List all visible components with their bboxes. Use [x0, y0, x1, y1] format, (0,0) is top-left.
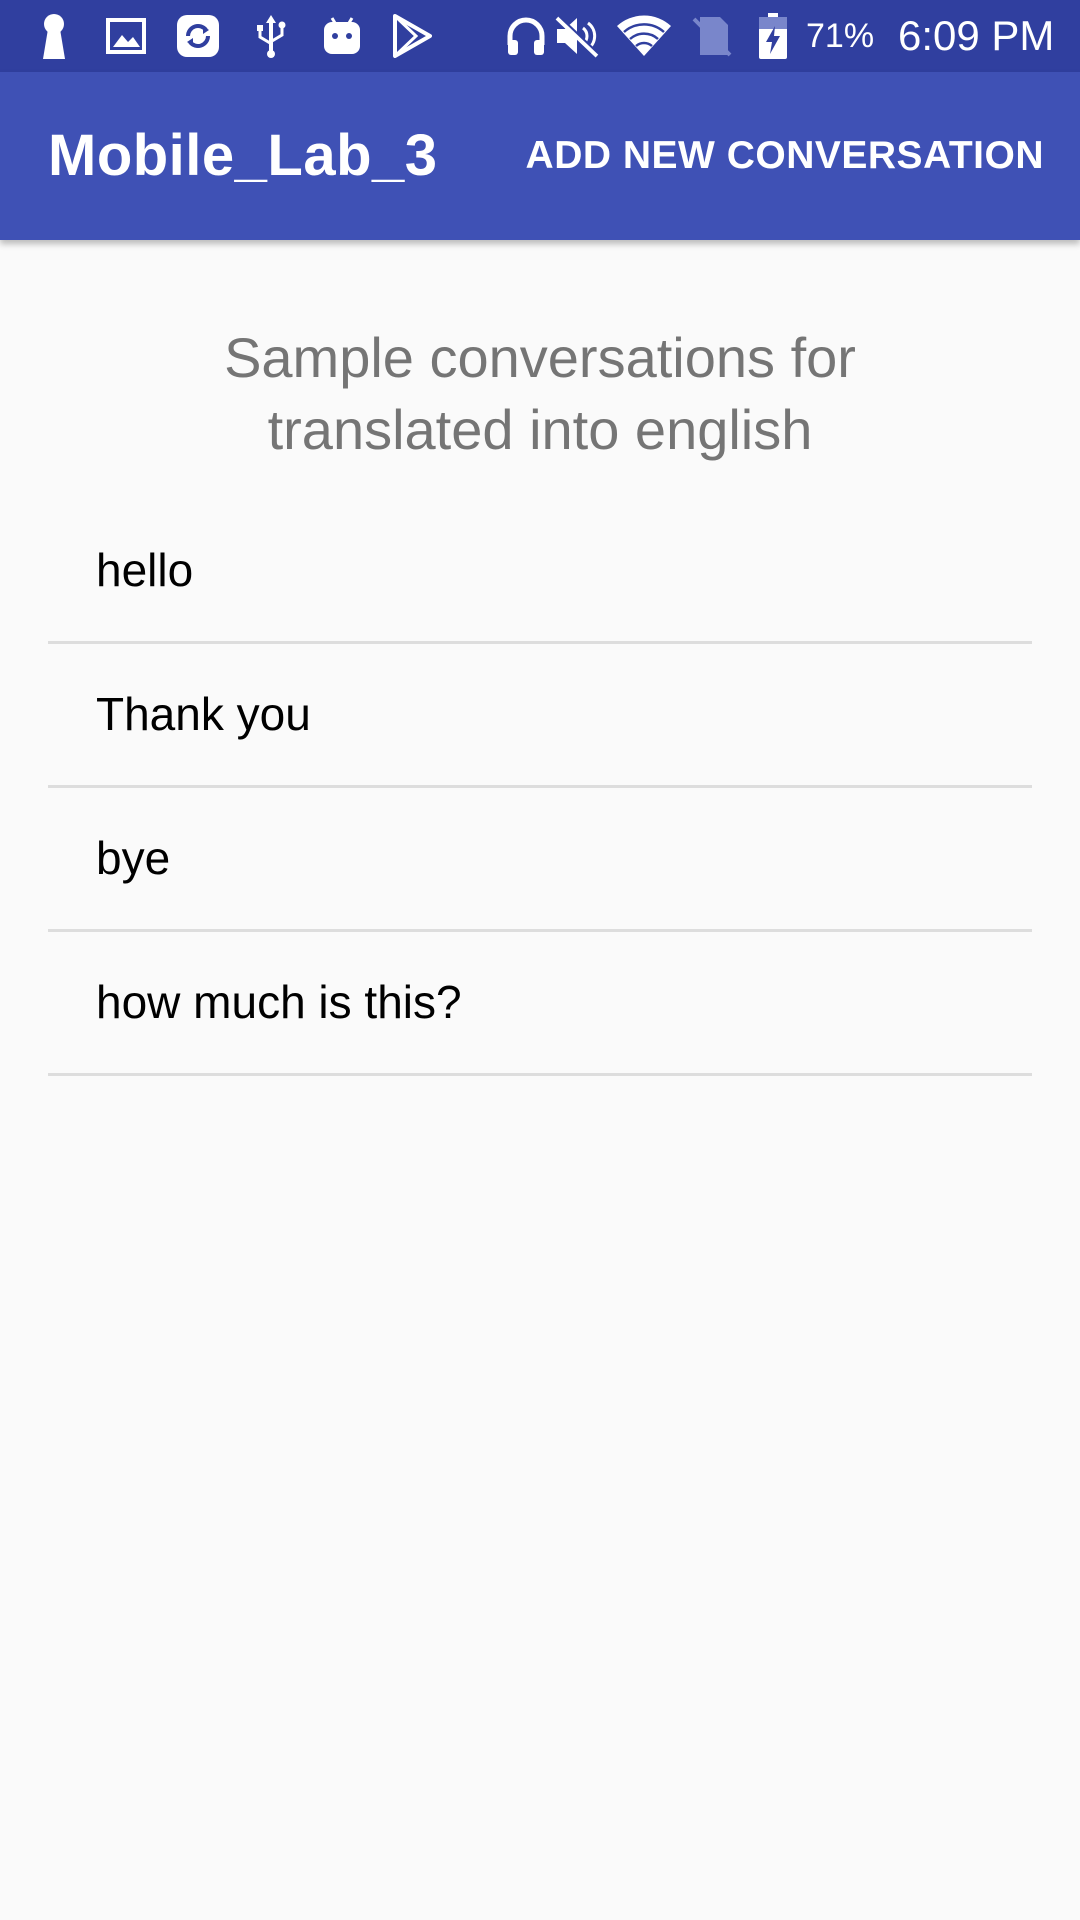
screen: 71% 6:09 PM Mobile_Lab_3 ADD NEW CONVERS…	[0, 0, 1080, 1920]
clock: 6:09 PM	[898, 12, 1055, 59]
add-new-conversation-button[interactable]: ADD NEW CONVERSATION	[526, 72, 1044, 240]
heading-line-2: translated into english	[267, 398, 813, 461]
list-item-label: bye	[96, 832, 171, 884]
android-icon	[320, 12, 364, 60]
keyhole-icon	[36, 12, 72, 60]
status-bar: 71% 6:09 PM	[0, 0, 1080, 72]
conversation-list: hello Thank you bye how much is this?	[48, 500, 1032, 1076]
list-item-label: how much is this?	[96, 976, 462, 1028]
list-item[interactable]: Thank you	[48, 644, 1032, 788]
image-icon	[104, 12, 148, 60]
no-sim-icon	[690, 12, 734, 60]
mute-icon	[552, 12, 602, 60]
battery-charging-icon	[756, 12, 790, 60]
usb-icon	[252, 12, 290, 60]
battery-percent: 71%	[806, 17, 875, 55]
play-store-icon	[390, 12, 434, 60]
headphones-icon	[504, 12, 548, 60]
list-item-label: hello	[96, 544, 194, 596]
list-item[interactable]: bye	[48, 788, 1032, 932]
list-item[interactable]: hello	[48, 500, 1032, 644]
sync-icon	[174, 12, 222, 60]
list-item[interactable]: how much is this?	[48, 932, 1032, 1076]
heading-line-1: Sample conversations for	[224, 326, 856, 389]
app-bar: Mobile_Lab_3 ADD NEW CONVERSATION	[0, 72, 1080, 240]
page-heading: Sample conversations for translated into…	[0, 322, 1080, 466]
app-title: Mobile_Lab_3	[48, 123, 438, 188]
list-item-label: Thank you	[96, 688, 311, 740]
wifi-icon	[614, 12, 674, 60]
